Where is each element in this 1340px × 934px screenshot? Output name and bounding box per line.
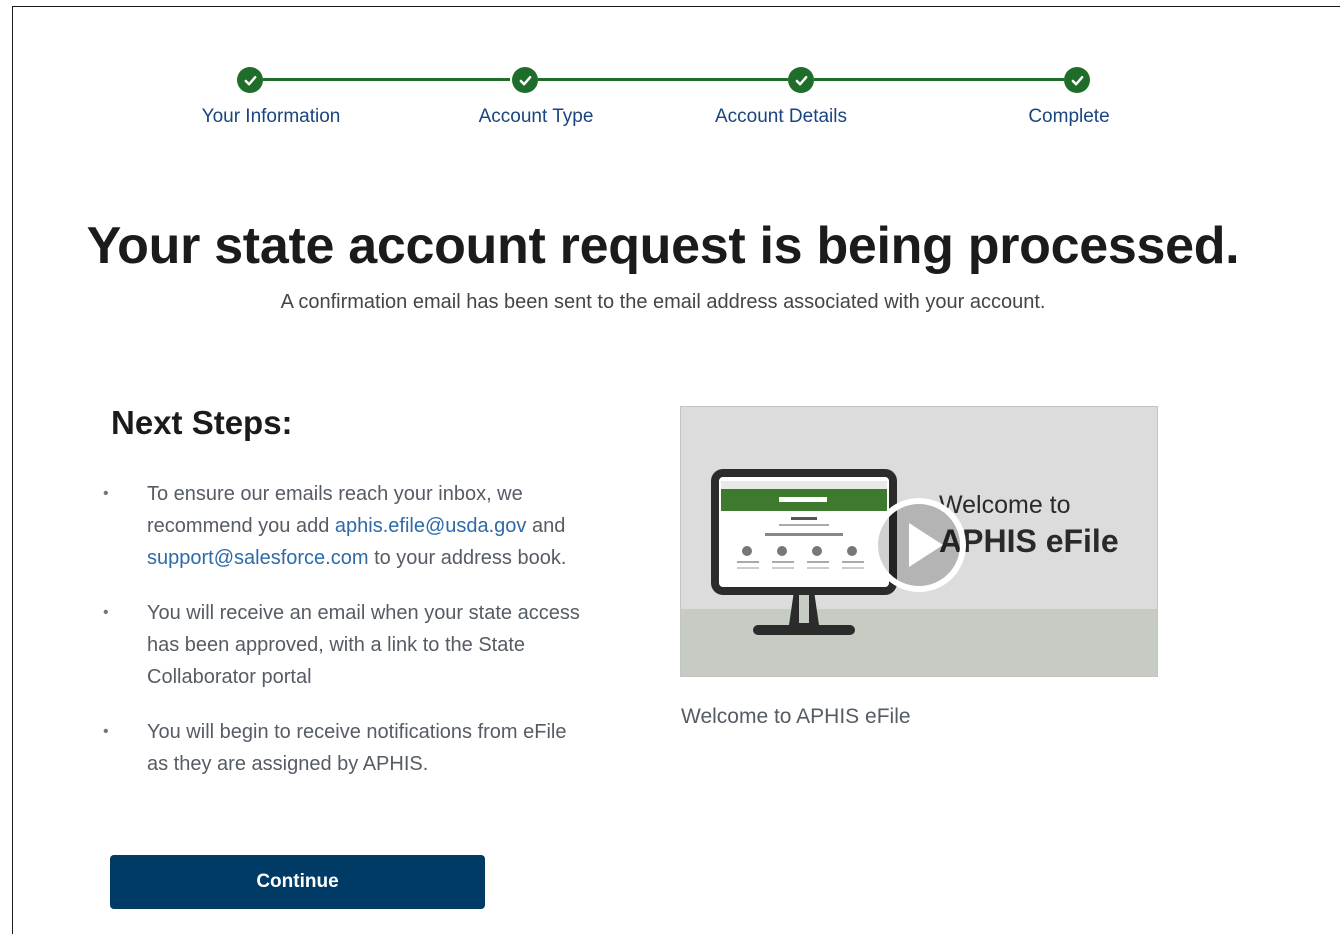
continue-button[interactable]: Continue xyxy=(110,855,485,909)
bullet-icon: • xyxy=(103,485,109,502)
step-label-your-information: Your Information xyxy=(201,106,341,127)
salesforce-email-link[interactable]: support@salesforce.com xyxy=(147,547,369,569)
step-label-account-type: Account Type xyxy=(478,106,594,127)
progress-stepper: Your Information Account Type Account De… xyxy=(0,33,1340,127)
play-icon[interactable] xyxy=(871,497,967,593)
next-steps-list: • To ensure our emails reach your inbox,… xyxy=(103,478,583,803)
step-connector xyxy=(814,78,1064,81)
bullet-icon: • xyxy=(103,723,109,740)
confirmation-message: A confirmation email has been sent to th… xyxy=(280,291,1046,313)
video-caption: Welcome to APHIS eFile xyxy=(681,705,911,728)
welcome-video[interactable]: Welcome to APHIS eFile xyxy=(680,406,1158,677)
list-item-text: You will begin to receive notifications … xyxy=(147,721,567,775)
bullet-icon: • xyxy=(103,604,109,621)
list-item: • You will begin to receive notification… xyxy=(103,716,583,780)
step-check-icon xyxy=(237,67,263,93)
step-check-icon xyxy=(1064,67,1090,93)
list-item-text: to your address book. xyxy=(368,547,567,569)
step-label-complete: Complete xyxy=(1028,106,1110,127)
step-check-icon xyxy=(512,67,538,93)
next-steps-title: Next Steps: xyxy=(111,404,293,441)
step-label-account-details: Account Details xyxy=(714,106,848,127)
list-item-text: You will receive an email when your stat… xyxy=(147,602,580,688)
step-connector xyxy=(263,78,510,81)
aphis-email-link[interactable]: aphis.efile@usda.gov xyxy=(335,515,527,537)
step-check-icon xyxy=(788,67,814,93)
list-item: • To ensure our emails reach your inbox,… xyxy=(103,478,583,574)
list-item-text: and xyxy=(526,515,566,537)
list-item: • You will receive an email when your st… xyxy=(103,597,583,693)
step-connector xyxy=(538,78,788,81)
page-title: Your state account request is being proc… xyxy=(86,217,1240,275)
